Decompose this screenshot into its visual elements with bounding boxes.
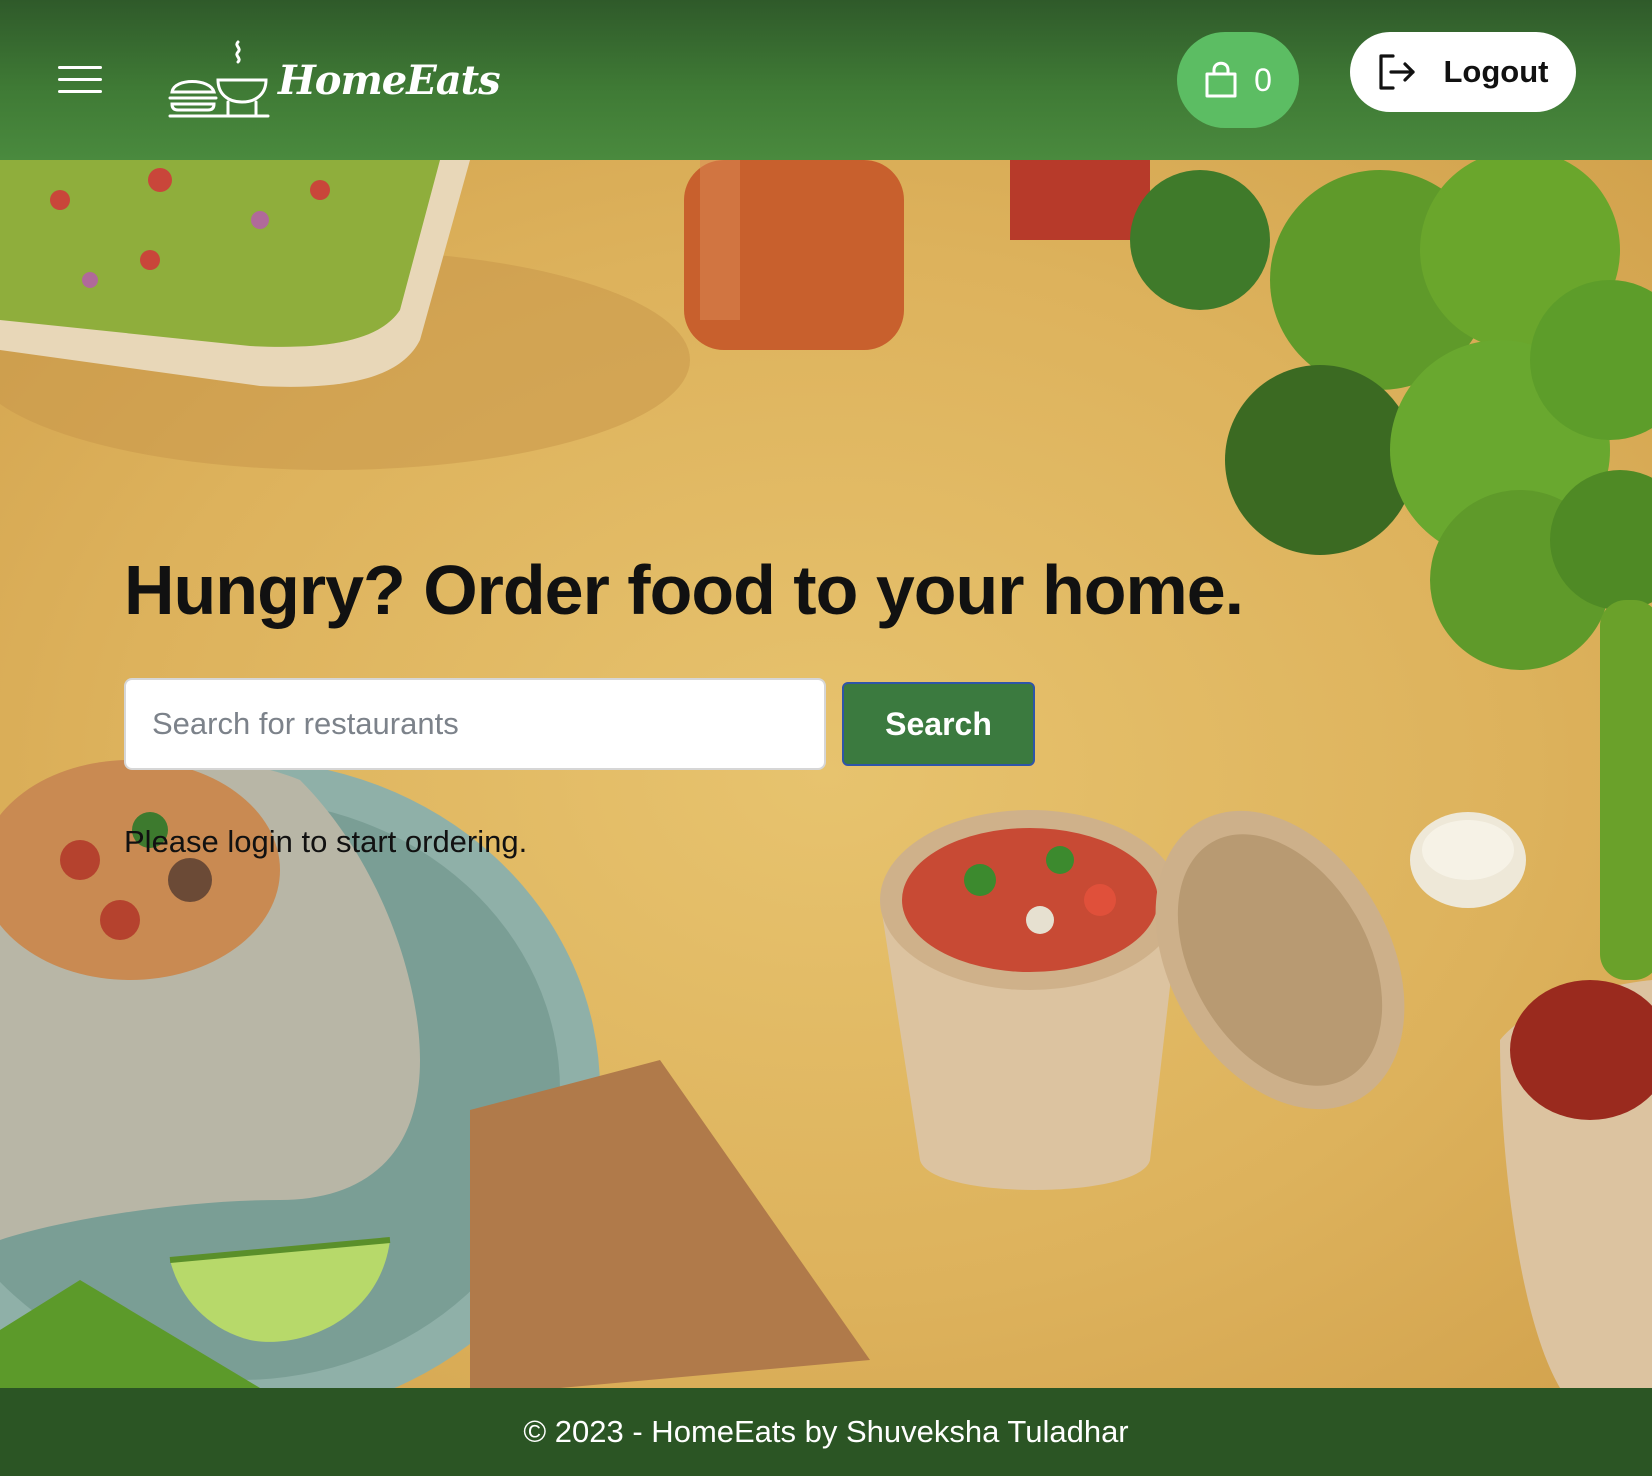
logout-button[interactable]: Logout [1350,32,1576,112]
menu-bar [58,78,102,81]
logout-icon [1379,54,1416,90]
brand-name: HomeEats [278,56,501,104]
brand-logo[interactable]: HomeEats [166,40,501,120]
menu-bar [58,90,102,93]
logout-label: Logout [1443,54,1549,89]
login-message: Please login to start ordering. [124,824,528,859]
footer-text: © 2023 - HomeEats by Shuveksha Tuladhar [523,1414,1129,1449]
logo-icon [168,40,270,118]
hero-title: Hungry? Order food to your home. [124,551,1244,629]
top-navbar: HomeEats 0 Logout [0,0,1652,160]
food-background-image [0,160,1652,1388]
footer: © 2023 - HomeEats by Shuveksha Tuladhar [0,1388,1652,1476]
menu-icon[interactable] [58,64,102,94]
hero-section: Hungry? Order food to your home. Search … [0,160,1652,1388]
menu-bar [58,66,102,69]
cart-button[interactable]: 0 [1177,32,1299,128]
search-button[interactable]: Search [842,682,1035,766]
cart-count: 0 [1254,61,1272,98]
shopping-bag-icon [1205,61,1237,98]
search-input[interactable] [124,678,826,770]
